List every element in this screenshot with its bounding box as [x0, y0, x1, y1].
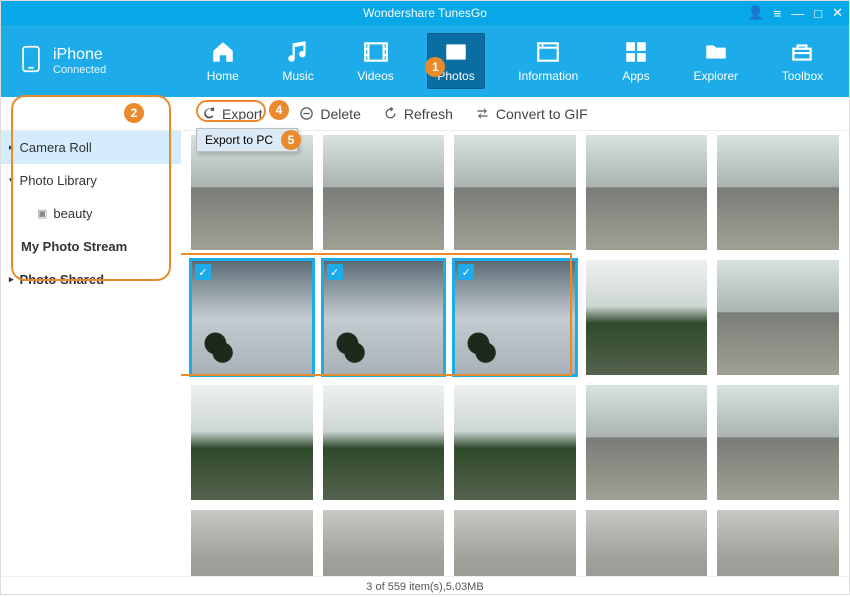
photo-thumb[interactable] [323, 135, 445, 250]
device-panel[interactable]: iPhone Connected [1, 45, 181, 78]
top-nav: iPhone Connected Home Music Videos Photo… [1, 25, 849, 97]
caret-icon: ▸ [9, 274, 14, 285]
maximize-icon[interactable]: □ [814, 6, 822, 21]
titlebar: Wondershare TunesGo 👤 ≡ — □ ✕ [1, 1, 849, 25]
delete-button[interactable]: Delete [299, 106, 360, 122]
phone-icon [19, 45, 43, 78]
music-icon [284, 39, 312, 65]
photo-thumb[interactable] [323, 385, 445, 500]
photo-grid-area: ✓ ✓ ✓ 3 [181, 131, 849, 576]
photo-thumb[interactable] [191, 385, 313, 500]
photo-thumb[interactable] [454, 135, 576, 250]
home-icon [209, 39, 237, 65]
device-status: Connected [53, 64, 106, 76]
nav-information[interactable]: Information [508, 33, 588, 89]
photo-thumb[interactable] [454, 385, 576, 500]
explorer-icon [702, 39, 730, 65]
callout-5: 5 [281, 130, 301, 150]
photo-thumb[interactable] [586, 385, 708, 500]
nav-videos[interactable]: Videos [347, 33, 403, 89]
nav-explorer[interactable]: Explorer [683, 33, 748, 89]
sidebar: ▸ Camera Roll ▾ Photo Library ▣ beauty M… [1, 131, 181, 576]
apps-icon [622, 39, 650, 65]
app-title: Wondershare TunesGo [363, 6, 487, 20]
menu-icon[interactable]: ≡ [774, 6, 782, 21]
close-icon[interactable]: ✕ [832, 5, 843, 21]
photo-icon [442, 39, 470, 65]
nav-toolbox[interactable]: Toolbox [772, 33, 833, 89]
callout-export-outline [196, 100, 266, 122]
refresh-icon [383, 106, 398, 121]
toolbox-icon [788, 39, 816, 65]
refresh-button[interactable]: Refresh [383, 106, 453, 122]
photo-thumb[interactable] [454, 510, 576, 576]
nav-apps[interactable]: Apps [612, 33, 660, 89]
convert-gif-button[interactable]: Convert to GIF [475, 106, 588, 122]
photo-thumb[interactable] [586, 260, 708, 375]
nav-music[interactable]: Music [272, 33, 323, 89]
photo-thumb[interactable] [717, 135, 839, 250]
video-icon [362, 39, 390, 65]
window-controls: 👤 ≡ — □ ✕ [747, 1, 843, 25]
callout-sidebar-outline [11, 95, 171, 281]
photo-thumb[interactable] [586, 510, 708, 576]
photo-thumb[interactable] [717, 385, 839, 500]
callout-2: 2 [124, 103, 144, 123]
nav-home[interactable]: Home [197, 33, 249, 89]
nav-photos[interactable]: Photos 1 [427, 33, 484, 89]
convert-icon [475, 106, 490, 121]
minimize-icon[interactable]: — [791, 6, 804, 21]
delete-icon [299, 106, 314, 121]
callout-4: 4 [269, 100, 289, 120]
status-bar: 3 of 559 item(s),5.03MB [1, 576, 849, 596]
status-text: 3 of 559 item(s),5.03MB [366, 581, 483, 593]
photo-thumb[interactable] [717, 510, 839, 576]
callout-selection-outline [181, 253, 572, 376]
device-name: iPhone [53, 46, 106, 64]
user-icon[interactable]: 👤 [747, 5, 763, 21]
photo-thumb[interactable] [191, 135, 313, 250]
photo-thumb[interactable] [586, 135, 708, 250]
photo-thumb[interactable] [717, 260, 839, 375]
photo-thumb[interactable] [323, 510, 445, 576]
photo-thumb[interactable] [191, 510, 313, 576]
info-icon [534, 39, 562, 65]
